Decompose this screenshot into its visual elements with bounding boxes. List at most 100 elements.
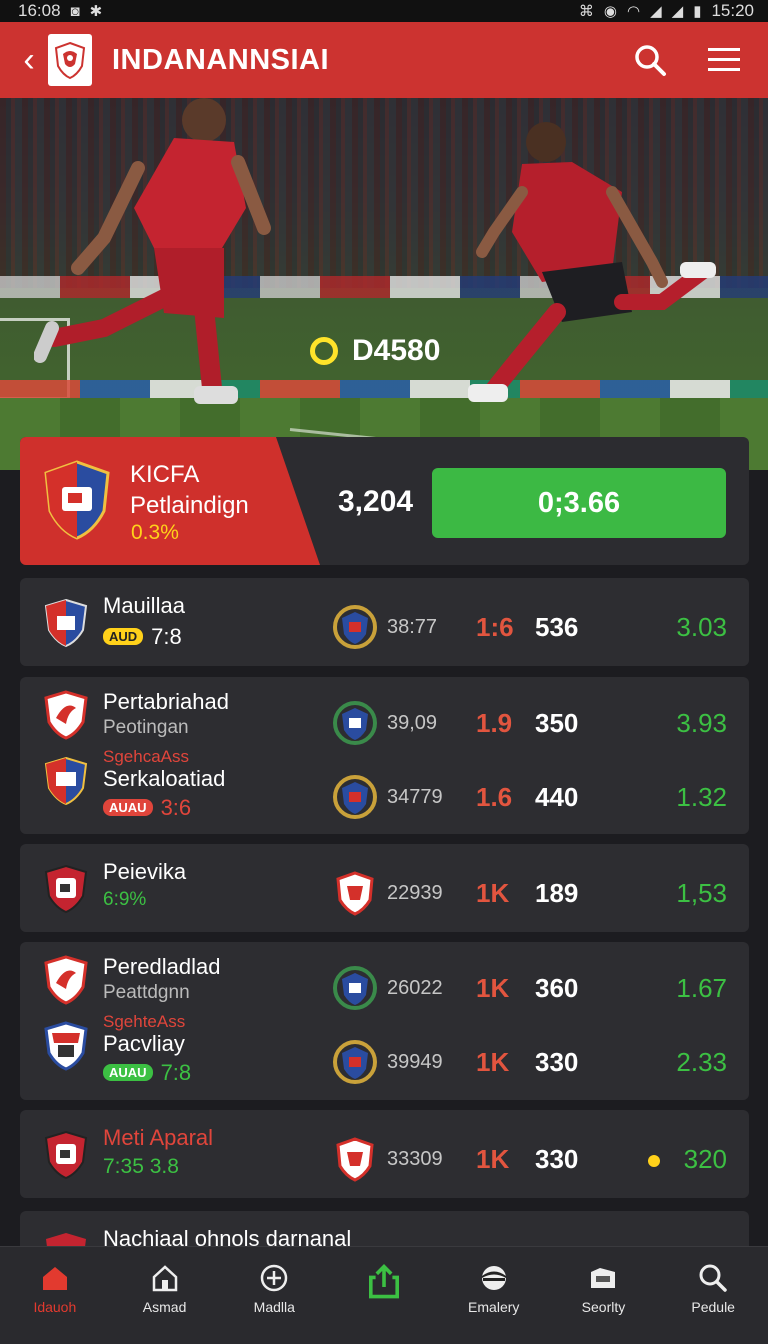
club-badge-icon [336,1137,374,1182]
team-score-line: AUAU 7:8 [103,1060,191,1086]
match-id: 22939 [387,882,443,904]
match-id: 39,09 [387,712,438,734]
match-odd[interactable]: 1:6 [476,612,514,643]
battery-icon: ▮ [693,3,702,20]
team-crest-icon [44,690,88,740]
plus-circle-icon [261,1264,288,1292]
featured-title-line2: Petlaindign [130,492,249,519]
match-count: 330 [535,1144,579,1174]
nav-label: Emalery [468,1299,520,1315]
match-row[interactable]: Mauillaa AUD 7:8 38:77 1:6 536 3.03 [20,584,749,654]
team-crest-icon [44,598,88,648]
league-tag: AUAU [103,1064,153,1081]
match-score: 3:6 [160,795,192,820]
nav-label: Idauoh [33,1299,77,1315]
search-icon [635,45,666,76]
team-name: Peievika [103,859,187,884]
match-row[interactable]: Meti Aparal 7:35 3.8 33309 1K 330 320 [20,1116,749,1186]
team-name: Mauillaa [103,593,185,618]
match-card[interactable]: Meti Aparal 7:35 3.8 33309 1K 330 320 [20,1110,749,1198]
bottom-nav: Idauoh Asmad Madlla Emalery Seorlty Pedu… [0,1246,768,1344]
nav-label: Pedule [691,1299,735,1315]
match-value[interactable]: 2.33 [676,1047,727,1078]
team-pretag: SgehcaAss [103,747,189,766]
nav-emalery[interactable]: Emalery [439,1247,549,1344]
nav-seorlty[interactable]: Seorlty [549,1247,659,1344]
match-row[interactable]: Peievika 6:9% 22939 1K 189 1,53 [20,850,749,920]
nav-home[interactable]: Idauoh [0,1247,110,1344]
match-card[interactable]: Mauillaa AUD 7:8 38:77 1:6 536 3.03 [20,578,749,666]
match-id: 39949 [387,1051,443,1073]
status-time-left: 16:08 [18,1,61,20]
notification-icon: ✱ [89,3,103,20]
match-value[interactable]: 3.93 [676,708,727,739]
team-subtitle: 7:35 3.8 [103,1155,179,1178]
vibrate-icon: ⌘ [578,3,594,20]
match-card[interactable]: Peredladlad Peattdgnn 26022 1K 360 1.67 … [20,942,749,1100]
match-count: 330 [535,1047,579,1077]
team-subtitle: Peattdgnn [103,982,190,1003]
match-value[interactable]: 1.67 [676,973,727,1004]
match-odd[interactable]: 1.6 [476,782,512,813]
match-count: 350 [535,708,579,738]
match-count: 189 [535,878,579,908]
match-count: 536 [535,612,579,642]
match-row[interactable]: Peredladlad Peattdgnn 26022 1K 360 1.67 [20,945,749,1015]
team-name: Meti Aparal [103,1125,214,1150]
team-crest-icon [44,864,88,914]
match-score: 7:8 [160,1060,192,1085]
alarm-icon: ◉ [603,3,617,20]
signal-icon: ◢ [650,3,662,20]
camera-icon: ◙ [70,2,80,20]
match-value[interactable]: 1,53 [676,878,727,909]
match-odd[interactable]: 1K [476,1047,509,1078]
nav-asmad[interactable]: Asmad [110,1247,220,1344]
search-icon [699,1264,727,1292]
match-row[interactable]: Pertabriahad Peotingan 39,09 1.9 350 3.9… [20,680,749,750]
featured-match-card[interactable]: KICFA Petlaindign 0.3% 3,204 0;3.66 [20,437,749,565]
laurel-badge-icon [333,1040,377,1084]
team-pretag: SgehteAss [103,1012,186,1031]
laurel-badge-icon [333,605,377,649]
share-icon [369,1264,400,1299]
match-odd[interactable]: 1.9 [476,708,512,739]
live-dot-icon [310,337,338,365]
home-icon [42,1267,67,1290]
shield-crest-icon [44,460,110,540]
hero-image[interactable]: D4580 [0,98,768,470]
player-left [34,98,271,404]
match-odd[interactable]: 1K [476,878,509,909]
hero-score-badge: D4580 [310,334,440,368]
search-button[interactable] [620,30,680,90]
club-badge-icon [336,871,374,916]
nav-share[interactable] [329,1247,439,1344]
featured-odds-button[interactable]: 0;3.66 [432,468,726,538]
match-count: 440 [535,782,579,812]
league-tag: AUAU [103,799,153,816]
match-id: 34779 [387,786,443,808]
match-value[interactable]: 320 [684,1144,727,1175]
team-name: Serkaloatiad [103,766,226,791]
team-crest-icon [44,756,88,806]
hamburger-icon [708,48,740,71]
nav-madlla[interactable]: Madlla [219,1247,329,1344]
nav-label: Madlla [253,1299,295,1315]
league-tag: AUD [103,628,144,645]
nav-pedule[interactable]: Pedule [658,1247,768,1344]
back-button[interactable]: ‹ [12,43,46,77]
match-card[interactable]: Peievika 6:9% 22939 1K 189 1,53 [20,844,749,932]
team-score-line: AUD 7:8 [103,624,182,650]
match-odd[interactable]: 1K [476,973,509,1004]
hero-score-label: D4580 [352,334,441,367]
match-row[interactable]: SgehteAss Pacvliay AUAU 7:8 39949 1K 330 … [20,1012,749,1089]
match-row[interactable]: SgehcaAss Serkaloatiad AUAU 3:6 34779 1.6… [20,747,749,824]
match-value[interactable]: 3.03 [676,612,727,643]
match-card[interactable]: Pertabriahad Peotingan 39,09 1.9 350 3.9… [20,677,749,834]
match-value[interactable]: 1.32 [676,782,727,813]
match-id: 26022 [387,977,443,999]
team-name: Pacvliay [103,1031,185,1056]
team-subtitle: 6:9% [103,889,147,910]
match-odd[interactable]: 1K [476,1144,509,1175]
laurel-badge-icon [333,701,377,745]
menu-button[interactable] [694,30,754,90]
